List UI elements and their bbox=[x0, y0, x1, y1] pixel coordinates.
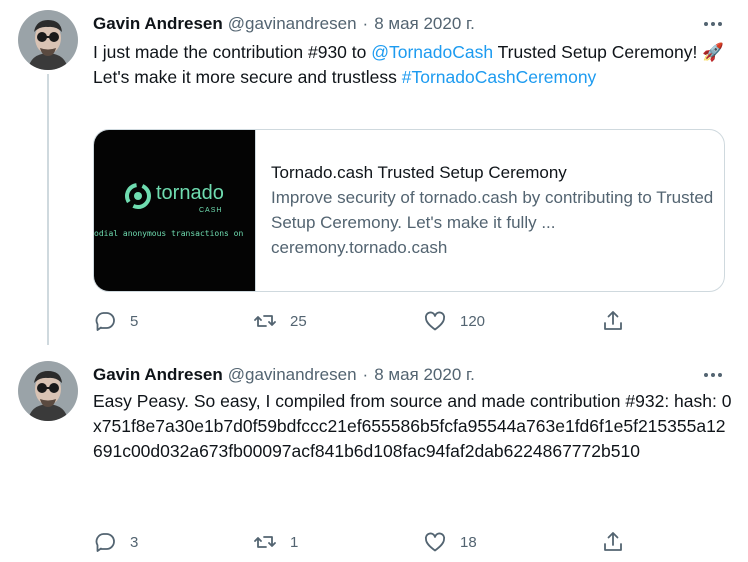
reply-count: 3 bbox=[130, 533, 139, 551]
card-body: Tornado.cash Trusted Setup Ceremony Impr… bbox=[256, 130, 724, 291]
link-preview-card[interactable]: tornado CASH odial anonymous transaction… bbox=[93, 129, 725, 292]
retweet-icon bbox=[254, 536, 276, 548]
retweet-count: 25 bbox=[290, 312, 307, 330]
author-handle[interactable]: @gavinandresen bbox=[228, 14, 357, 34]
tweet-header: Gavin Andresen @gavinandresen · 8 мая 20… bbox=[93, 363, 475, 387]
share-icon bbox=[604, 311, 622, 330]
share-button[interactable] bbox=[601, 307, 625, 335]
thread-connector-line bbox=[47, 74, 49, 345]
like-count: 120 bbox=[460, 312, 486, 330]
tweet-actions: 5 25 120 bbox=[93, 307, 653, 335]
retweet-icon bbox=[254, 315, 276, 327]
retweet-count: 1 bbox=[290, 533, 299, 551]
heart-icon bbox=[424, 311, 446, 331]
retweet-button[interactable]: 1 bbox=[253, 528, 298, 556]
tweet[interactable]: Gavin Andresen @gavinandresen · 8 мая 20… bbox=[0, 0, 748, 345]
card-description: Improve security of tornado.cash by cont… bbox=[271, 188, 714, 232]
share-button[interactable] bbox=[601, 528, 625, 556]
card-ticker-text: odial anonymous transactions on bbox=[94, 229, 244, 238]
share-icon bbox=[604, 532, 622, 551]
card-title: Tornado.cash Trusted Setup Ceremony bbox=[271, 163, 567, 182]
separator-dot: · bbox=[362, 365, 369, 384]
avatar[interactable] bbox=[18, 10, 78, 70]
reply-icon bbox=[95, 533, 115, 552]
hashtag-link[interactable]: #TornadoCashCeremony bbox=[402, 67, 597, 87]
separator-dot: · bbox=[362, 14, 369, 33]
like-count: 18 bbox=[460, 533, 477, 551]
tweet-date[interactable]: 8 мая 2020 г. bbox=[374, 365, 475, 385]
mention-link[interactable]: @TornadoCash bbox=[371, 42, 493, 62]
retweet-button[interactable]: 25 bbox=[253, 307, 307, 335]
author-handle[interactable]: @gavinandresen bbox=[228, 365, 357, 385]
tweet[interactable]: Gavin Andresen @gavinandresen · 8 мая 20… bbox=[0, 345, 748, 562]
reply-button[interactable]: 5 bbox=[93, 307, 138, 335]
reply-icon bbox=[95, 312, 115, 331]
tweet-text: Easy Peasy. So easy, I compiled from sou… bbox=[93, 391, 732, 461]
tweet-text-segment: I just made the contribution #930 to bbox=[93, 42, 372, 62]
tweet-actions: 3 1 18 bbox=[93, 528, 653, 556]
like-button[interactable]: 18 bbox=[423, 528, 477, 556]
card-logo-subtext: CASH bbox=[199, 207, 223, 214]
card-logo-text: tornado bbox=[156, 182, 224, 204]
like-button[interactable]: 120 bbox=[423, 307, 485, 335]
card-domain: ceremony.tornado.cash bbox=[271, 238, 448, 257]
more-icon[interactable] bbox=[700, 365, 726, 385]
reply-button[interactable]: 3 bbox=[93, 528, 138, 556]
tweet-header: Gavin Andresen @gavinandresen · 8 мая 20… bbox=[93, 12, 475, 36]
author-name[interactable]: Gavin Andresen bbox=[93, 14, 223, 34]
author-name[interactable]: Gavin Andresen bbox=[93, 365, 223, 385]
avatar[interactable] bbox=[18, 361, 78, 421]
tweet-date[interactable]: 8 мая 2020 г. bbox=[374, 14, 475, 34]
reply-count: 5 bbox=[130, 312, 139, 330]
tweet-text: I just made the contribution #930 to @To… bbox=[93, 40, 733, 90]
card-thumbnail: tornado CASH odial anonymous transaction… bbox=[94, 130, 256, 291]
heart-icon bbox=[424, 532, 446, 552]
more-icon[interactable] bbox=[700, 14, 726, 34]
